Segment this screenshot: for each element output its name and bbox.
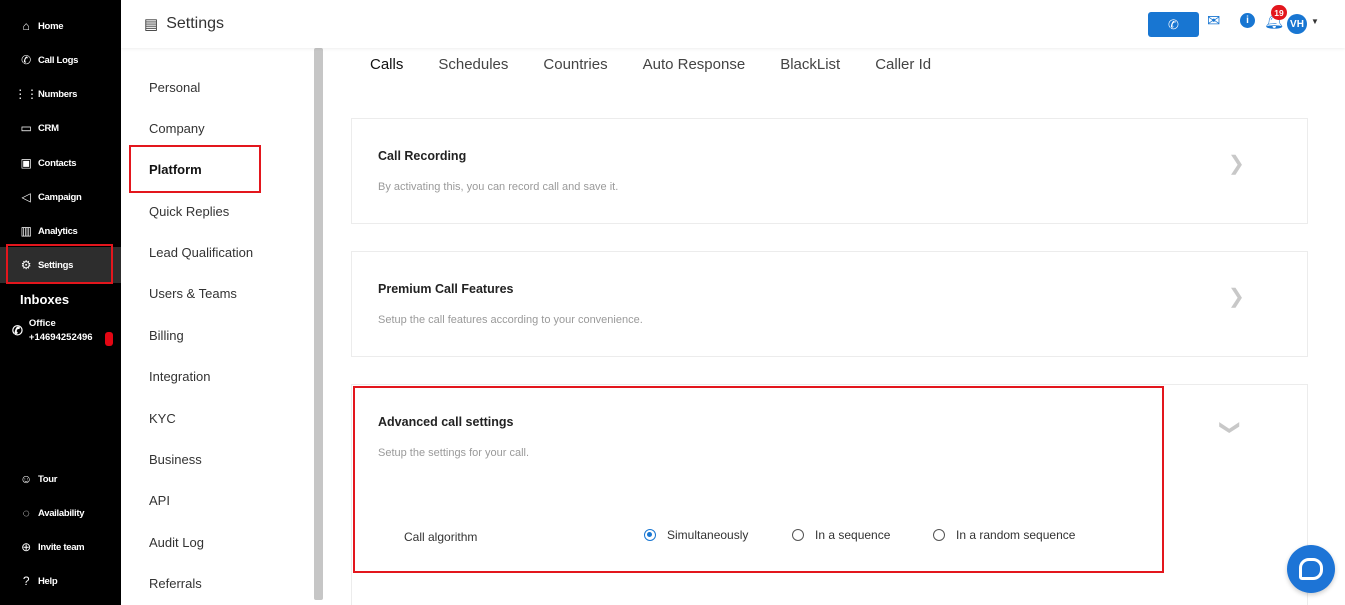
radio-button[interactable] (792, 529, 804, 541)
settings-item-integration[interactable]: Integration (149, 369, 210, 384)
phone-icon: ✆ (1168, 16, 1179, 32)
call-logs-icon: ✆ (21, 53, 31, 67)
notification-badge: 19 (1271, 5, 1287, 20)
chat-widget-button[interactable] (1287, 545, 1335, 593)
radio-button-selected[interactable] (644, 529, 656, 541)
settings-item-company[interactable]: Company (149, 121, 205, 136)
mail-icon[interactable]: ✉ (1207, 11, 1220, 31)
chevron-down-icon[interactable]: ▼ (1311, 17, 1319, 26)
settings-item-quick-replies[interactable]: Quick Replies (149, 204, 229, 219)
sidebar-item-label: Contacts (38, 157, 77, 169)
sidebar-item-label: Home (38, 20, 64, 32)
sidebar-item-label: Numbers (38, 88, 78, 100)
tab-auto-response[interactable]: Auto Response (643, 56, 746, 76)
dialer-button[interactable]: ✆ (1148, 12, 1199, 37)
call-algorithm-label: Call algorithm (404, 530, 478, 544)
sidebar-item-label: Invite team (38, 541, 85, 553)
chevron-right-icon[interactable]: ❯ (1228, 284, 1245, 309)
sidebar-item-invite-team[interactable]: ⊕ Invite team (8, 534, 112, 560)
radio-button[interactable] (933, 529, 945, 541)
analytics-icon: ▥ (20, 224, 32, 238)
settings-nav: ▤ Settings Personal Company Platform Qui… (121, 0, 324, 605)
sidebar-item-numbers[interactable]: ⋮⋮ Numbers (8, 81, 112, 107)
campaign-icon: ◁ (21, 190, 31, 204)
sidebar-item-label: Help (38, 575, 58, 587)
sidebar-item-tour[interactable]: ☺ Tour (8, 466, 112, 492)
crm-icon: ▭ (20, 121, 32, 135)
sidebar-item-label: Availability (38, 507, 85, 519)
settings-highlight-box (6, 244, 113, 284)
inbox-status-indicator (105, 332, 113, 346)
numbers-icon: ⋮⋮ (14, 87, 38, 101)
sidebar-item-call-logs[interactable]: ✆ Call Logs (8, 47, 112, 73)
settings-item-api[interactable]: API (149, 493, 170, 508)
tab-calls[interactable]: Calls (370, 56, 403, 76)
tour-icon: ☺ (20, 472, 32, 486)
tab-schedules[interactable]: Schedules (438, 56, 508, 76)
inbox-office[interactable]: ✆ Office +14694252496 (12, 318, 93, 343)
call-recording-card[interactable]: Call Recording By activating this, you c… (351, 118, 1308, 224)
settings-nav-scrollbar[interactable] (314, 48, 323, 600)
sidebar-item-analytics[interactable]: ▥ Analytics (8, 218, 112, 244)
invite-icon: ⊕ (21, 540, 31, 554)
radio-simultaneously[interactable]: Simultaneously (644, 528, 748, 542)
sidebar-item-availability[interactable]: ◌ Availability (8, 500, 112, 526)
platform-highlight-box (129, 145, 261, 193)
avatar[interactable]: VH (1287, 14, 1307, 34)
tab-blacklist[interactable]: BlackList (780, 56, 840, 76)
chat-icon (1299, 558, 1323, 580)
availability-icon: ◌ (22, 506, 30, 520)
sidebar-item-label: Tour (38, 473, 58, 485)
radio-in-a-random-sequence[interactable]: In a random sequence (933, 528, 1075, 542)
sidebar-item-label: Campaign (38, 191, 82, 203)
settings-item-lead-qualification[interactable]: Lead Qualification (149, 245, 253, 260)
premium-call-features-card[interactable]: Premium Call Features Setup the call fea… (351, 251, 1308, 357)
help-icon: ? (22, 574, 30, 588)
inbox-number: +14694252496 (28, 332, 93, 343)
inbox-name: Office (28, 318, 56, 329)
card-title: Premium Call Features (378, 282, 514, 296)
sidebar-item-label: Analytics (38, 225, 78, 237)
inbox-text: Office +14694252496 (29, 318, 93, 343)
settings-item-referrals[interactable]: Referrals (149, 576, 202, 591)
sidebar-item-label: CRM (38, 122, 59, 134)
radio-in-a-sequence[interactable]: In a sequence (792, 528, 890, 542)
sidebar-item-contacts[interactable]: ▣ Contacts (8, 150, 112, 176)
chevron-down-icon[interactable]: ❯ (1218, 419, 1243, 436)
sidebar-item-label: Call Logs (38, 54, 79, 66)
settings-item-kyc[interactable]: KYC (149, 411, 176, 426)
radio-label: In a sequence (815, 528, 891, 542)
radio-label: Simultaneously (667, 528, 749, 542)
settings-item-billing[interactable]: Billing (149, 328, 184, 343)
inboxes-heading: Inboxes (20, 292, 70, 307)
info-icon[interactable]: i (1240, 13, 1255, 28)
settings-item-business[interactable]: Business (149, 452, 202, 467)
card-subtitle: By activating this, you can record call … (378, 181, 619, 193)
sidebar-item-help[interactable]: ? Help (8, 568, 112, 594)
phone-icon: ✆ (12, 322, 23, 338)
tab-countries[interactable]: Countries (543, 56, 607, 76)
advanced-settings-highlight-box (353, 386, 1164, 573)
main-sidebar: ⌂ Home ✆ Call Logs ⋮⋮ Numbers ▭ CRM ▣ Co… (0, 0, 121, 605)
card-title: Call Recording (378, 149, 467, 163)
sidebar-item-campaign[interactable]: ◁ Campaign (8, 184, 112, 210)
contacts-icon: ▣ (20, 156, 32, 170)
card-subtitle: Setup the call features according to you… (378, 314, 643, 326)
sidebar-item-crm[interactable]: ▭ CRM (8, 115, 112, 141)
sidebar-item-home[interactable]: ⌂ Home (8, 13, 112, 39)
chevron-right-icon[interactable]: ❯ (1228, 151, 1245, 176)
settings-item-users-teams[interactable]: Users & Teams (149, 286, 237, 301)
radio-label: In a random sequence (956, 528, 1076, 542)
settings-item-personal[interactable]: Personal (149, 80, 200, 95)
tab-caller-id[interactable]: Caller Id (875, 56, 931, 76)
settings-item-audit-log[interactable]: Audit Log (149, 535, 204, 550)
settings-tabs: Calls Schedules Countries Auto Response … (370, 56, 966, 76)
home-icon: ⌂ (22, 19, 30, 33)
